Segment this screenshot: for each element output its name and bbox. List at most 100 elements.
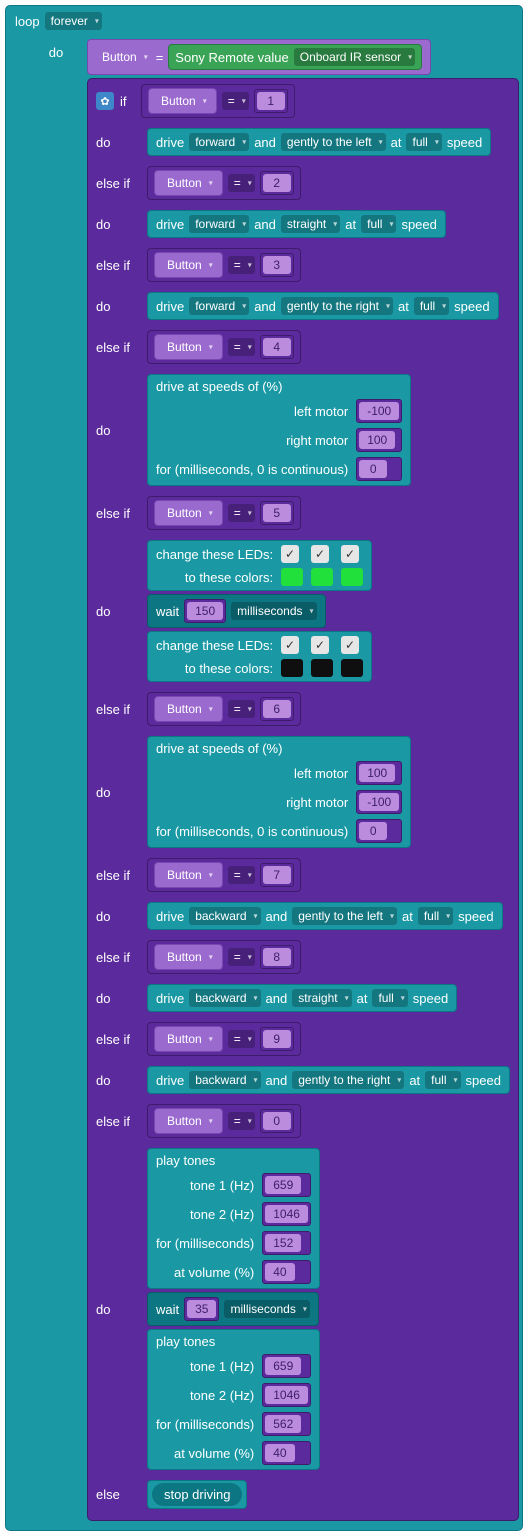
sony-remote-block[interactable]: Sony Remote value Onboard IR sensor (168, 44, 422, 70)
num-input[interactable]: 1046 (265, 1386, 308, 1404)
play-tones-block[interactable]: play tones tone 1 (Hz) 659 tone 2 (Hz) 1… (147, 1148, 320, 1289)
num-input[interactable]: 0 (263, 1112, 291, 1130)
num-input[interactable]: 35 (187, 1300, 216, 1318)
button-var-dropdown[interactable]: Button (161, 338, 216, 356)
num-input[interactable]: 659 (265, 1357, 301, 1375)
direction-dropdown[interactable]: forward (189, 133, 249, 151)
eq-op-dropdown[interactable]: = (228, 338, 255, 356)
button-var-dropdown[interactable]: Button (155, 92, 210, 110)
num-input[interactable]: 3 (263, 256, 291, 274)
drive-block[interactable]: drive backward and gently to the left at… (147, 902, 503, 930)
led-color-picker[interactable] (281, 568, 303, 586)
steer-dropdown[interactable]: gently to the right (292, 1071, 404, 1089)
led-checkbox[interactable]: ✓ (311, 545, 329, 563)
speed-dropdown[interactable]: full (414, 297, 449, 315)
speed-dropdown[interactable]: full (372, 989, 407, 1007)
num-input[interactable]: 100 (359, 431, 395, 449)
num-input[interactable]: -100 (359, 793, 399, 811)
loop-mode-dropdown[interactable]: forever (45, 12, 102, 30)
button-var-dropdown[interactable]: Button (161, 866, 216, 884)
num-input[interactable]: 659 (265, 1176, 301, 1194)
num-input[interactable]: 150 (187, 602, 223, 620)
speed-dropdown[interactable]: full (406, 133, 441, 151)
led-checkbox[interactable]: ✓ (281, 545, 299, 563)
eq-op-dropdown[interactable]: = (228, 256, 255, 274)
num-input[interactable]: 1046 (265, 1205, 308, 1223)
steer-dropdown[interactable]: gently to the right (281, 297, 393, 315)
num-input[interactable]: 152 (265, 1234, 301, 1252)
eq-op-dropdown[interactable]: = (228, 504, 255, 522)
button-var-dropdown[interactable]: Button (161, 174, 216, 192)
num-input[interactable]: 0 (359, 822, 387, 840)
eq-op-dropdown[interactable]: = (228, 948, 255, 966)
button-var-dropdown[interactable]: Button (161, 1030, 216, 1048)
speed-dropdown[interactable]: full (418, 907, 453, 925)
button-var-dropdown[interactable]: Button (161, 948, 216, 966)
drive-block[interactable]: drive backward and straight at full spee… (147, 984, 457, 1012)
speed-dropdown[interactable]: full (425, 1071, 460, 1089)
eq-op-dropdown[interactable]: = (228, 866, 255, 884)
loop-block: loop forever do Button = Sony Remote val… (5, 5, 523, 1531)
num-input[interactable]: 1 (257, 92, 285, 110)
steer-dropdown[interactable]: gently to the left (292, 907, 397, 925)
drive-block[interactable]: drive forward and straight at full speed (147, 210, 446, 238)
led-checkbox[interactable]: ✓ (341, 636, 359, 654)
led-checkbox[interactable]: ✓ (341, 545, 359, 563)
set-variable-block[interactable]: Button = Sony Remote value Onboard IR se… (87, 39, 431, 75)
change-leds-block[interactable]: change these LEDs: ✓ ✓ ✓ to these colors… (147, 540, 372, 591)
num-input[interactable]: 5 (263, 504, 291, 522)
num-input[interactable]: 100 (359, 764, 395, 782)
speed-dropdown[interactable]: full (361, 215, 396, 233)
direction-dropdown[interactable]: forward (189, 215, 249, 233)
gear-icon[interactable]: ✿ (96, 92, 114, 110)
eq-op-dropdown[interactable]: = (228, 1112, 255, 1130)
eq-op-dropdown[interactable]: = (228, 174, 255, 192)
num-input[interactable]: 0 (359, 460, 387, 478)
num-input[interactable]: 40 (265, 1444, 294, 1462)
button-var-dropdown[interactable]: Button (161, 504, 216, 522)
num-input[interactable]: 9 (263, 1030, 291, 1048)
steer-dropdown[interactable]: straight (292, 989, 351, 1007)
direction-dropdown[interactable]: backward (189, 1071, 260, 1089)
button-var-dropdown[interactable]: Button (161, 1112, 216, 1130)
num-input[interactable]: 40 (265, 1263, 294, 1281)
button-var-dropdown[interactable]: Button (161, 256, 216, 274)
drive-at-speeds-block[interactable]: drive at speeds of (%) left motor -100 r… (147, 374, 411, 486)
steer-dropdown[interactable]: straight (281, 215, 340, 233)
wait-block[interactable]: wait 150 milliseconds (147, 594, 326, 628)
wait-block[interactable]: wait 35 milliseconds (147, 1292, 319, 1326)
set-var-dropdown[interactable]: Button (96, 48, 151, 66)
direction-dropdown[interactable]: backward (189, 989, 260, 1007)
led-color-picker[interactable] (341, 568, 363, 586)
play-tones-block[interactable]: play tones tone 1 (Hz) 659 tone 2 (Hz) 1… (147, 1329, 320, 1470)
drive-block[interactable]: drive forward and gently to the right at… (147, 292, 499, 320)
led-color-picker[interactable] (281, 659, 303, 677)
drive-block[interactable]: drive backward and gently to the right a… (147, 1066, 510, 1094)
led-checkbox[interactable]: ✓ (281, 636, 299, 654)
num-input[interactable]: 8 (263, 948, 291, 966)
wait-unit-dropdown[interactable]: milliseconds (224, 1300, 309, 1318)
direction-dropdown[interactable]: forward (189, 297, 249, 315)
led-color-picker[interactable] (341, 659, 363, 677)
eq-op-dropdown[interactable]: = (228, 1030, 255, 1048)
num-input[interactable]: 6 (263, 700, 291, 718)
led-checkbox[interactable]: ✓ (311, 636, 329, 654)
wait-unit-dropdown[interactable]: milliseconds (231, 602, 316, 620)
button-var-dropdown[interactable]: Button (161, 700, 216, 718)
eq-op-dropdown[interactable]: = (228, 700, 255, 718)
direction-dropdown[interactable]: backward (189, 907, 260, 925)
steer-dropdown[interactable]: gently to the left (281, 133, 386, 151)
led-color-picker[interactable] (311, 659, 333, 677)
drive-block[interactable]: drive forward and gently to the left at … (147, 128, 491, 156)
stop-driving-block[interactable]: stop driving (147, 1480, 247, 1509)
ir-sensor-dropdown[interactable]: Onboard IR sensor (294, 48, 415, 66)
num-input[interactable]: 2 (263, 174, 291, 192)
led-color-picker[interactable] (311, 568, 333, 586)
num-input[interactable]: -100 (359, 402, 399, 420)
num-input[interactable]: 562 (265, 1415, 301, 1433)
change-leds-block[interactable]: change these LEDs: ✓ ✓ ✓ to these colors… (147, 631, 372, 682)
drive-at-speeds-block[interactable]: drive at speeds of (%) left motor 100 ri… (147, 736, 411, 848)
eq-op-dropdown[interactable]: = (222, 92, 249, 110)
num-input[interactable]: 7 (263, 866, 291, 884)
num-input[interactable]: 4 (263, 338, 291, 356)
